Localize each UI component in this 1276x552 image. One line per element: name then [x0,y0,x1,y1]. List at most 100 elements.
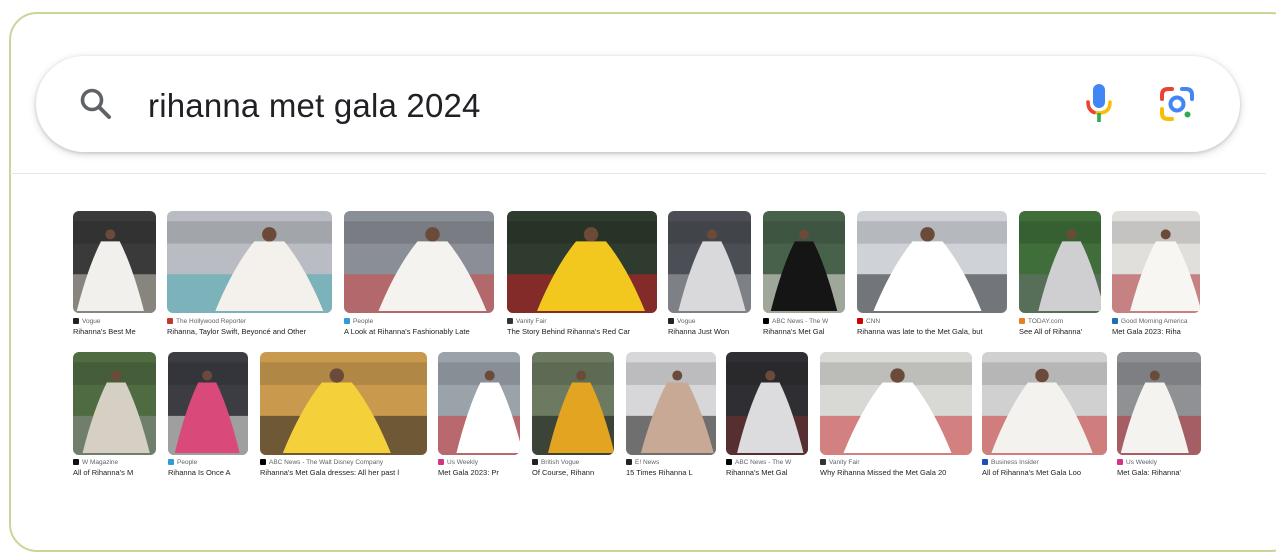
source-favicon-icon [668,318,674,324]
result-source[interactable]: British Vogue [532,459,614,467]
result-source[interactable]: Us Weekly [438,459,520,467]
result-source[interactable]: ABC News - The W [763,318,845,326]
result-source[interactable]: ABC News - The W [726,459,808,467]
result-source[interactable]: ABC News - The Walt Disney Company [260,459,427,467]
result-title[interactable]: Why Rihanna Missed the Met Gala 20 [820,468,972,477]
image-result-row2-6[interactable]: E! News 15 Times Rihanna L [626,352,716,480]
result-thumbnail[interactable] [167,211,332,313]
result-source[interactable]: Vanity Fair [507,318,657,326]
result-title[interactable]: Rihanna Is Once A [168,468,248,477]
result-thumbnail[interactable] [260,352,427,455]
result-source[interactable]: The Hollywood Reporter [167,318,332,326]
source-favicon-icon [763,318,769,324]
result-title[interactable]: Met Gala 2023: Pr [438,468,520,477]
image-result-row1-7[interactable]: CNN Rihanna was late to the Met Gala, but [857,211,1007,339]
result-title[interactable]: Rihanna's Met Gal [763,327,845,336]
result-thumbnail[interactable] [857,211,1007,313]
result-source-label: British Vogue [541,459,580,466]
source-favicon-icon [982,459,988,465]
image-result-row1-2[interactable]: The Hollywood Reporter Rihanna, Taylor Sw… [167,211,332,339]
result-source-label: Us Weekly [1126,459,1157,466]
result-thumbnail[interactable] [668,211,751,313]
result-thumbnail[interactable] [73,211,156,313]
image-result-row1-1[interactable]: Vogue Rihanna's Best Me [73,211,156,339]
result-thumbnail[interactable] [168,352,248,455]
result-title[interactable]: A Look at Rihanna's Fashionably Late [344,327,494,336]
result-source[interactable]: Business Insider [982,459,1107,467]
result-source-label: Vanity Fair [829,459,860,466]
result-thumbnail[interactable] [1112,211,1200,313]
image-result-row1-6[interactable]: ABC News - The W Rihanna's Met Gal [763,211,845,339]
result-title[interactable]: Met Gala 2023: Riha [1112,327,1200,336]
image-result-row2-8[interactable]: Vanity Fair Why Rihanna Missed the Met Ga… [820,352,972,480]
image-result-row2-4[interactable]: Us Weekly Met Gala 2023: Pr [438,352,520,480]
source-favicon-icon [1117,459,1123,465]
result-thumbnail[interactable] [344,211,494,313]
image-result-row2-2[interactable]: People Rihanna Is Once A [168,352,248,480]
result-thumbnail[interactable] [1019,211,1101,313]
result-source-label: Good Morning America [1121,318,1188,325]
result-source-label: People [353,318,374,325]
microphone-icon[interactable] [1084,82,1114,124]
result-thumbnail[interactable] [763,211,845,313]
result-title[interactable]: Rihanna, Taylor Swift, Beyoncé and Other [167,327,332,336]
image-result-row2-9[interactable]: Business Insider All of Rihanna's Met Gal… [982,352,1107,480]
image-result-row2-10[interactable]: Us Weekly Met Gala: Rihanna' [1117,352,1201,480]
image-result-row2-7[interactable]: ABC News - The W Rihanna's Met Gal [726,352,808,480]
google-lens-icon[interactable] [1158,85,1196,123]
result-title[interactable]: Rihanna's Met Gal [726,468,808,477]
result-thumbnail[interactable] [507,211,657,313]
image-result-row1-8[interactable]: TODAY.com See All of Rihanna' [1019,211,1101,339]
source-favicon-icon [1112,318,1118,324]
result-thumbnail[interactable] [982,352,1107,455]
result-source[interactable]: Good Morning America [1112,318,1200,326]
image-result-row1-9[interactable]: Good Morning America Met Gala 2023: Riha [1112,211,1200,339]
result-title[interactable]: The Story Behind Rihanna's Red Car [507,327,657,336]
image-result-row1-5[interactable]: Vogue Rihanna Just Won [668,211,751,339]
result-source[interactable]: Vogue [73,318,156,326]
image-result-row1-3[interactable]: People A Look at Rihanna's Fashionably La… [344,211,494,339]
image-result-row1-4[interactable]: Vanity Fair The Story Behind Rihanna's Re… [507,211,657,339]
source-favicon-icon [260,459,266,465]
result-thumbnail[interactable] [726,352,808,455]
result-source-label: W Magazine [82,459,119,466]
result-source[interactable]: W Magazine [73,459,156,467]
source-favicon-icon [1019,318,1025,324]
result-thumbnail[interactable] [73,352,156,455]
result-title[interactable]: Rihanna was late to the Met Gala, but [857,327,1007,336]
result-title[interactable]: All of Rihanna's M [73,468,156,477]
source-favicon-icon [167,318,173,324]
result-source[interactable]: Vanity Fair [820,459,972,467]
result-title[interactable]: Rihanna Just Won [668,327,751,336]
result-thumbnail[interactable] [438,352,520,455]
result-thumbnail[interactable] [626,352,716,455]
result-thumbnail[interactable] [532,352,614,455]
search-input[interactable]: rihanna met gala 2024 [148,86,481,126]
result-title[interactable]: All of Rihanna's Met Gala Loo [982,468,1107,477]
result-title[interactable]: 15 Times Rihanna L [626,468,716,477]
result-thumbnail[interactable] [820,352,972,455]
source-favicon-icon [507,318,513,324]
result-source-label: Vogue [82,318,101,325]
image-result-row2-3[interactable]: ABC News - The Walt Disney Company Rihann… [260,352,427,480]
source-favicon-icon [532,459,538,465]
divider [10,173,1266,174]
result-title[interactable]: Rihanna's Best Me [73,327,156,336]
result-source[interactable]: People [344,318,494,326]
image-result-row2-1[interactable]: W Magazine All of Rihanna's M [73,352,156,480]
result-source[interactable]: TODAY.com [1019,318,1101,326]
result-source[interactable]: E! News [626,459,716,467]
result-source-label: Business Insider [991,459,1039,466]
result-title[interactable]: See All of Rihanna' [1019,327,1101,336]
result-title[interactable]: Rihanna's Met Gala dresses: All her past… [260,468,427,477]
result-source[interactable]: Vogue [668,318,751,326]
image-result-row2-5[interactable]: British Vogue Of Course, Rihann [532,352,614,480]
result-source[interactable]: CNN [857,318,1007,326]
result-thumbnail[interactable] [1117,352,1201,455]
result-source-label: ABC News - The Walt Disney Company [269,459,384,466]
result-source[interactable]: People [168,459,248,467]
result-title[interactable]: Met Gala: Rihanna' [1117,468,1201,477]
result-source[interactable]: Us Weekly [1117,459,1201,467]
result-title[interactable]: Of Course, Rihann [532,468,614,477]
search-icon[interactable] [78,86,114,122]
